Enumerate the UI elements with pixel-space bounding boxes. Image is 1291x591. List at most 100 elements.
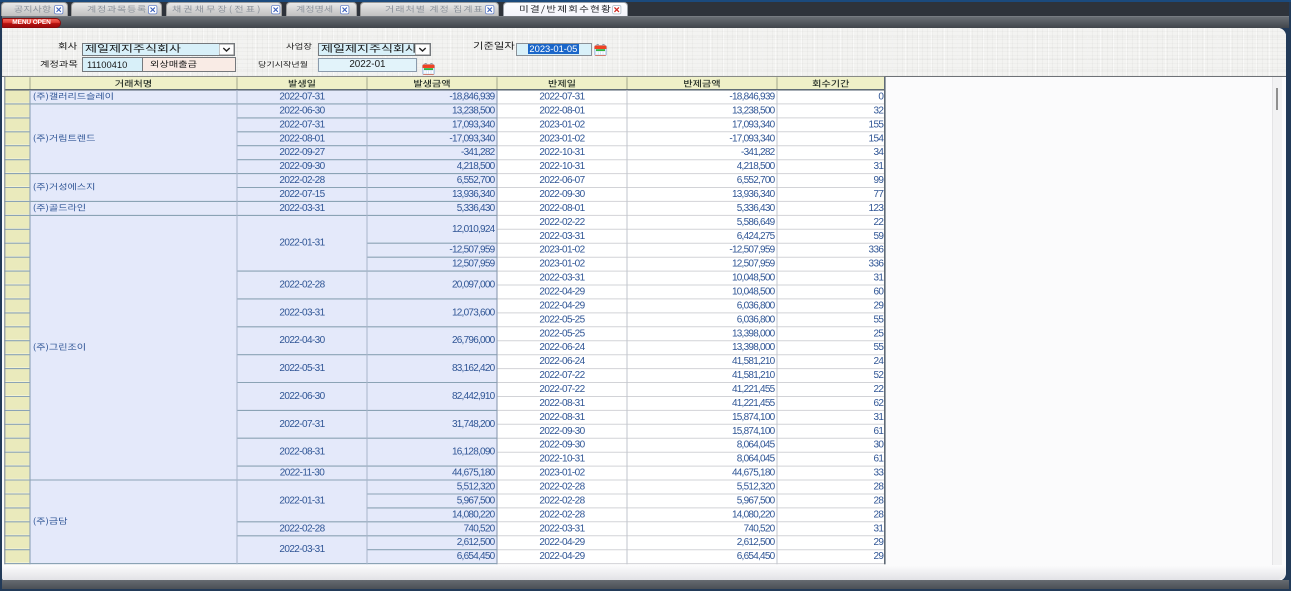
svg-text:29: 29 xyxy=(873,537,884,548)
svg-text:2023-01-02: 2023-01-02 xyxy=(539,468,585,479)
svg-text:2022-02-28: 2022-02-28 xyxy=(539,496,585,507)
svg-text:2022-07-22: 2022-07-22 xyxy=(539,384,585,395)
svg-text:-18,846,939: -18,846,939 xyxy=(729,92,775,103)
svg-text:28: 28 xyxy=(873,496,884,507)
svg-text:14,080,220: 14,080,220 xyxy=(732,510,776,521)
svg-text:2022-03-31: 2022-03-31 xyxy=(539,523,585,534)
svg-text:29: 29 xyxy=(873,551,884,562)
svg-text:12,073,600: 12,073,600 xyxy=(452,308,496,319)
svg-text:5,512,320: 5,512,320 xyxy=(737,482,776,493)
svg-text:33: 33 xyxy=(873,468,884,479)
svg-text:41,581,210: 41,581,210 xyxy=(732,356,776,367)
svg-text:12,507,959: 12,507,959 xyxy=(732,259,776,270)
svg-text:55: 55 xyxy=(873,314,884,325)
svg-text:31: 31 xyxy=(873,161,884,172)
svg-text:2022-07-22: 2022-07-22 xyxy=(539,370,585,381)
svg-text:4,218,500: 4,218,500 xyxy=(737,161,776,172)
svg-text:2022-04-29: 2022-04-29 xyxy=(539,287,585,298)
svg-text:-18,846,939: -18,846,939 xyxy=(449,92,495,103)
svg-text:2022-10-31: 2022-10-31 xyxy=(539,454,585,465)
svg-text:2022-07-31: 2022-07-31 xyxy=(279,92,325,103)
svg-text:2023-01-02: 2023-01-02 xyxy=(539,133,585,144)
svg-text:26,796,000: 26,796,000 xyxy=(452,335,496,346)
svg-text:-12,507,959: -12,507,959 xyxy=(729,245,775,256)
svg-text:2022-04-29: 2022-04-29 xyxy=(539,537,585,548)
svg-text:2022-05-25: 2022-05-25 xyxy=(539,314,585,325)
svg-text:61: 61 xyxy=(873,454,884,465)
svg-text:5,586,649: 5,586,649 xyxy=(737,217,776,228)
svg-text:2022-02-22: 2022-02-22 xyxy=(539,217,585,228)
svg-text:82,442,910: 82,442,910 xyxy=(452,391,496,402)
svg-text:155: 155 xyxy=(869,119,885,130)
svg-text:14,080,220: 14,080,220 xyxy=(452,510,496,521)
svg-text:32: 32 xyxy=(873,106,884,117)
svg-text:55: 55 xyxy=(873,342,884,353)
svg-text:2022-08-31: 2022-08-31 xyxy=(539,412,585,423)
svg-text:17,093,340: 17,093,340 xyxy=(452,119,496,130)
svg-text:28: 28 xyxy=(873,510,884,521)
svg-text:2023-01-02: 2023-01-02 xyxy=(539,259,585,270)
svg-text:2022-09-30: 2022-09-30 xyxy=(539,440,585,451)
svg-text:13,398,000: 13,398,000 xyxy=(732,328,776,339)
svg-text:6,654,450: 6,654,450 xyxy=(457,551,496,562)
svg-text:5,512,320: 5,512,320 xyxy=(457,482,496,493)
svg-text:-17,093,340: -17,093,340 xyxy=(729,133,775,144)
svg-text:2022-06-07: 2022-06-07 xyxy=(539,175,585,186)
svg-text:5,967,500: 5,967,500 xyxy=(457,496,496,507)
svg-text:17,093,340: 17,093,340 xyxy=(732,119,776,130)
svg-text:2022-07-31: 2022-07-31 xyxy=(279,419,325,430)
svg-text:2022-02-28: 2022-02-28 xyxy=(279,175,325,186)
svg-text:41,221,455: 41,221,455 xyxy=(732,398,776,409)
svg-text:2022-06-24: 2022-06-24 xyxy=(539,342,585,353)
svg-text:2022-06-30: 2022-06-30 xyxy=(279,391,325,402)
svg-text:123: 123 xyxy=(869,203,885,214)
svg-text:-341,282: -341,282 xyxy=(741,147,776,158)
svg-text:2022-05-31: 2022-05-31 xyxy=(279,363,325,374)
svg-text:8,064,045: 8,064,045 xyxy=(737,440,776,451)
svg-text:30: 30 xyxy=(873,440,884,451)
svg-text:31: 31 xyxy=(873,412,884,423)
svg-text:6,552,700: 6,552,700 xyxy=(457,175,496,186)
svg-text:2022-01-31: 2022-01-31 xyxy=(279,496,325,507)
svg-text:4,218,500: 4,218,500 xyxy=(457,161,496,172)
svg-text:2022-02-28: 2022-02-28 xyxy=(539,510,585,521)
svg-text:2022-01-31: 2022-01-31 xyxy=(279,238,325,249)
svg-text:2022-10-31: 2022-10-31 xyxy=(539,147,585,158)
svg-text:13,398,000: 13,398,000 xyxy=(732,342,776,353)
svg-text:52: 52 xyxy=(873,370,884,381)
svg-text:2022-03-31: 2022-03-31 xyxy=(279,308,325,319)
svg-text:2022-09-30: 2022-09-30 xyxy=(539,189,585,200)
svg-text:5,967,500: 5,967,500 xyxy=(737,496,776,507)
svg-text:336: 336 xyxy=(869,245,885,256)
svg-text:5,336,430: 5,336,430 xyxy=(457,203,496,214)
svg-text:2022-04-29: 2022-04-29 xyxy=(539,551,585,562)
svg-text:2022-08-31: 2022-08-31 xyxy=(279,447,325,458)
svg-text:61: 61 xyxy=(873,426,884,437)
svg-text:16,128,090: 16,128,090 xyxy=(452,447,496,458)
svg-text:99: 99 xyxy=(873,175,884,186)
svg-text:12,507,959: 12,507,959 xyxy=(452,259,496,270)
svg-text:6,036,800: 6,036,800 xyxy=(737,314,776,325)
svg-text:15,874,100: 15,874,100 xyxy=(732,426,776,437)
svg-text:2023-01-02: 2023-01-02 xyxy=(539,245,585,256)
svg-text:2022-03-31: 2022-03-31 xyxy=(539,273,585,284)
svg-text:8,064,045: 8,064,045 xyxy=(737,454,776,465)
svg-text:-12,507,959: -12,507,959 xyxy=(449,245,495,256)
svg-text:-341,282: -341,282 xyxy=(461,147,496,158)
svg-text:13,936,340: 13,936,340 xyxy=(452,189,496,200)
svg-text:2022-06-30: 2022-06-30 xyxy=(279,106,325,117)
svg-text:28: 28 xyxy=(873,482,884,493)
svg-text:740,520: 740,520 xyxy=(744,523,776,534)
svg-text:12,010,924: 12,010,924 xyxy=(452,224,496,235)
svg-text:6,424,275: 6,424,275 xyxy=(737,231,776,242)
svg-text:2022-02-28: 2022-02-28 xyxy=(279,280,325,291)
svg-text:2022-04-29: 2022-04-29 xyxy=(539,301,585,312)
svg-text:44,675,180: 44,675,180 xyxy=(732,468,776,479)
svg-text:41,581,210: 41,581,210 xyxy=(732,370,776,381)
svg-text:2022-11-30: 2022-11-30 xyxy=(280,468,325,479)
svg-text:2022-04-30: 2022-04-30 xyxy=(279,335,325,346)
svg-text:13,238,500: 13,238,500 xyxy=(732,106,776,117)
svg-text:34: 34 xyxy=(873,147,884,158)
svg-text:22: 22 xyxy=(873,384,884,395)
svg-text:13,936,340: 13,936,340 xyxy=(732,189,776,200)
